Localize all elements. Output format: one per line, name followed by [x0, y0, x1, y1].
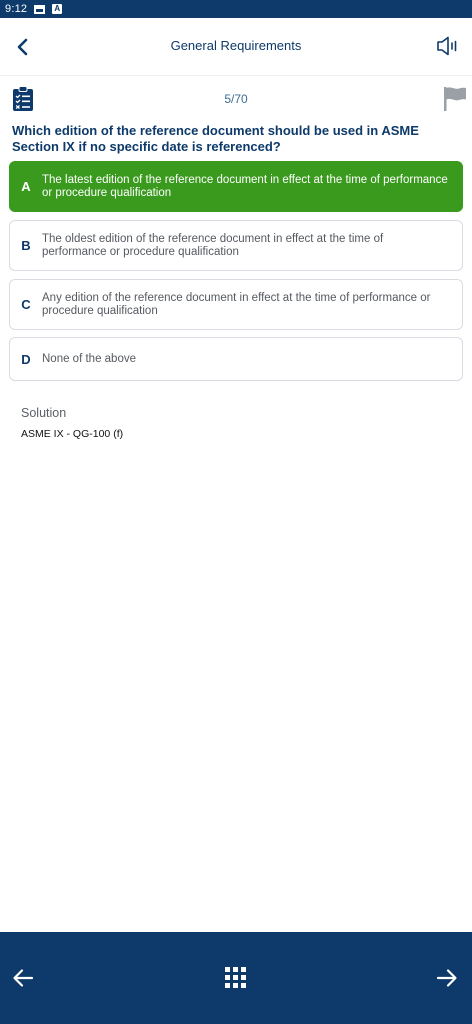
- previous-question-button[interactable]: [11, 966, 35, 990]
- header: General Requirements: [0, 18, 472, 76]
- audio-button[interactable]: [436, 35, 460, 57]
- a-badge-icon: A: [52, 4, 63, 14]
- question-grid-button[interactable]: [225, 967, 247, 989]
- grid-icon: [225, 967, 247, 989]
- option-letter: A: [21, 179, 31, 194]
- answer-option-d[interactable]: D None of the above: [9, 337, 463, 381]
- answer-option-c[interactable]: C Any edition of the reference document …: [9, 279, 463, 330]
- arrow-left-icon: [13, 969, 34, 987]
- option-text: The latest edition of the reference docu…: [42, 173, 448, 199]
- option-letter: B: [21, 238, 31, 253]
- option-text: The oldest edition of the reference docu…: [42, 232, 384, 258]
- question-progress: 5/70: [224, 92, 248, 106]
- status-bar: 9:12 A: [0, 0, 472, 18]
- question-text: Which edition of the reference document …: [12, 123, 419, 154]
- image-icon: [34, 4, 46, 14]
- flag-button[interactable]: [443, 86, 467, 112]
- option-text: Any edition of the reference document in…: [42, 291, 431, 317]
- speaker-icon: [437, 36, 457, 56]
- solution-text: ASME IX - QG-100 (f): [21, 428, 124, 440]
- solution-label: Solution: [21, 406, 67, 420]
- option-letter: D: [21, 351, 31, 367]
- answer-option-b[interactable]: B The oldest edition of the reference do…: [9, 220, 463, 271]
- flag-icon: [444, 87, 466, 111]
- option-letter: C: [21, 297, 31, 312]
- page-title: General Requirements: [170, 38, 302, 53]
- status-time: 9:12: [5, 3, 28, 15]
- option-text: None of the above: [42, 352, 136, 365]
- bottom-navigation: [0, 932, 472, 1024]
- answer-option-a[interactable]: A The latest edition of the reference do…: [9, 161, 463, 212]
- next-question-button[interactable]: [435, 966, 459, 990]
- arrow-right-icon: [436, 969, 457, 987]
